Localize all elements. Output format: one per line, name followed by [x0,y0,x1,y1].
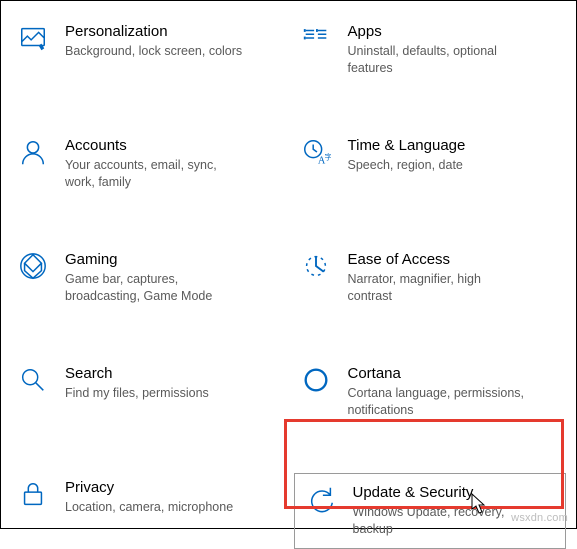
settings-item-text: Accounts Your accounts, email, sync, wor… [65,137,245,191]
settings-grid: Personalization Background, lock screen,… [11,17,566,549]
settings-item-accounts[interactable]: Accounts Your accounts, email, sync, wor… [11,131,284,201]
watermark-text: wsxdn.com [511,512,568,524]
settings-item-cortana[interactable]: Cortana Cortana language, permissions, n… [294,359,567,429]
settings-item-desc: Game bar, captures, broadcasting, Game M… [65,271,245,305]
settings-item-title: Privacy [65,479,233,497]
settings-item-title: Cortana [348,365,528,383]
accounts-icon [15,137,51,173]
settings-item-text: Time & Language Speech, region, date [348,137,466,174]
settings-item-desc: Uninstall, defaults, optional features [348,43,528,77]
settings-item-text: Update & Security Windows Update, recove… [353,484,533,538]
settings-item-title: Apps [348,23,528,41]
time-language-icon: A字 [298,137,334,173]
settings-item-desc: Speech, region, date [348,157,466,174]
settings-item-desc: Location, camera, microphone [65,499,233,516]
settings-item-title: Update & Security [353,484,533,502]
settings-item-apps[interactable]: Apps Uninstall, defaults, optional featu… [294,17,567,87]
settings-item-desc: Your accounts, email, sync, work, family [65,157,245,191]
privacy-icon [15,479,51,515]
settings-item-desc: Cortana language, permissions, notificat… [348,385,528,419]
settings-item-text: Cortana Cortana language, permissions, n… [348,365,528,419]
settings-item-desc: Windows Update, recovery, backup [353,504,533,538]
settings-item-desc: Background, lock screen, colors [65,43,242,60]
settings-item-personalization[interactable]: Personalization Background, lock screen,… [11,17,284,87]
gaming-icon [15,251,51,287]
settings-item-title: Gaming [65,251,245,269]
personalization-icon [15,23,51,59]
ease-of-access-icon [298,251,334,287]
settings-item-text: Privacy Location, camera, microphone [65,479,233,516]
search-icon [15,365,51,401]
settings-item-text: Apps Uninstall, defaults, optional featu… [348,23,528,77]
settings-item-text: Personalization Background, lock screen,… [65,23,242,60]
apps-icon [298,23,334,59]
settings-item-desc: Find my files, permissions [65,385,209,402]
settings-item-gaming[interactable]: Gaming Game bar, captures, broadcasting,… [11,245,284,315]
settings-item-privacy[interactable]: Privacy Location, camera, microphone [11,473,284,549]
update-security-icon [303,484,339,520]
settings-item-title: Ease of Access [348,251,528,269]
settings-item-ease-of-access[interactable]: Ease of Access Narrator, magnifier, high… [294,245,567,315]
settings-item-text: Ease of Access Narrator, magnifier, high… [348,251,528,305]
settings-item-text: Gaming Game bar, captures, broadcasting,… [65,251,245,305]
settings-item-title: Time & Language [348,137,466,155]
settings-item-title: Personalization [65,23,242,41]
settings-item-desc: Narrator, magnifier, high contrast [348,271,528,305]
settings-item-search[interactable]: Search Find my files, permissions [11,359,284,429]
settings-item-text: Search Find my files, permissions [65,365,209,402]
settings-item-time-language[interactable]: A字 Time & Language Speech, region, date [294,131,567,201]
settings-item-update-security[interactable]: Update & Security Windows Update, recove… [294,473,567,549]
settings-item-title: Accounts [65,137,245,155]
cortana-icon [298,365,334,401]
settings-item-title: Search [65,365,209,383]
svg-text:字: 字 [324,152,331,162]
